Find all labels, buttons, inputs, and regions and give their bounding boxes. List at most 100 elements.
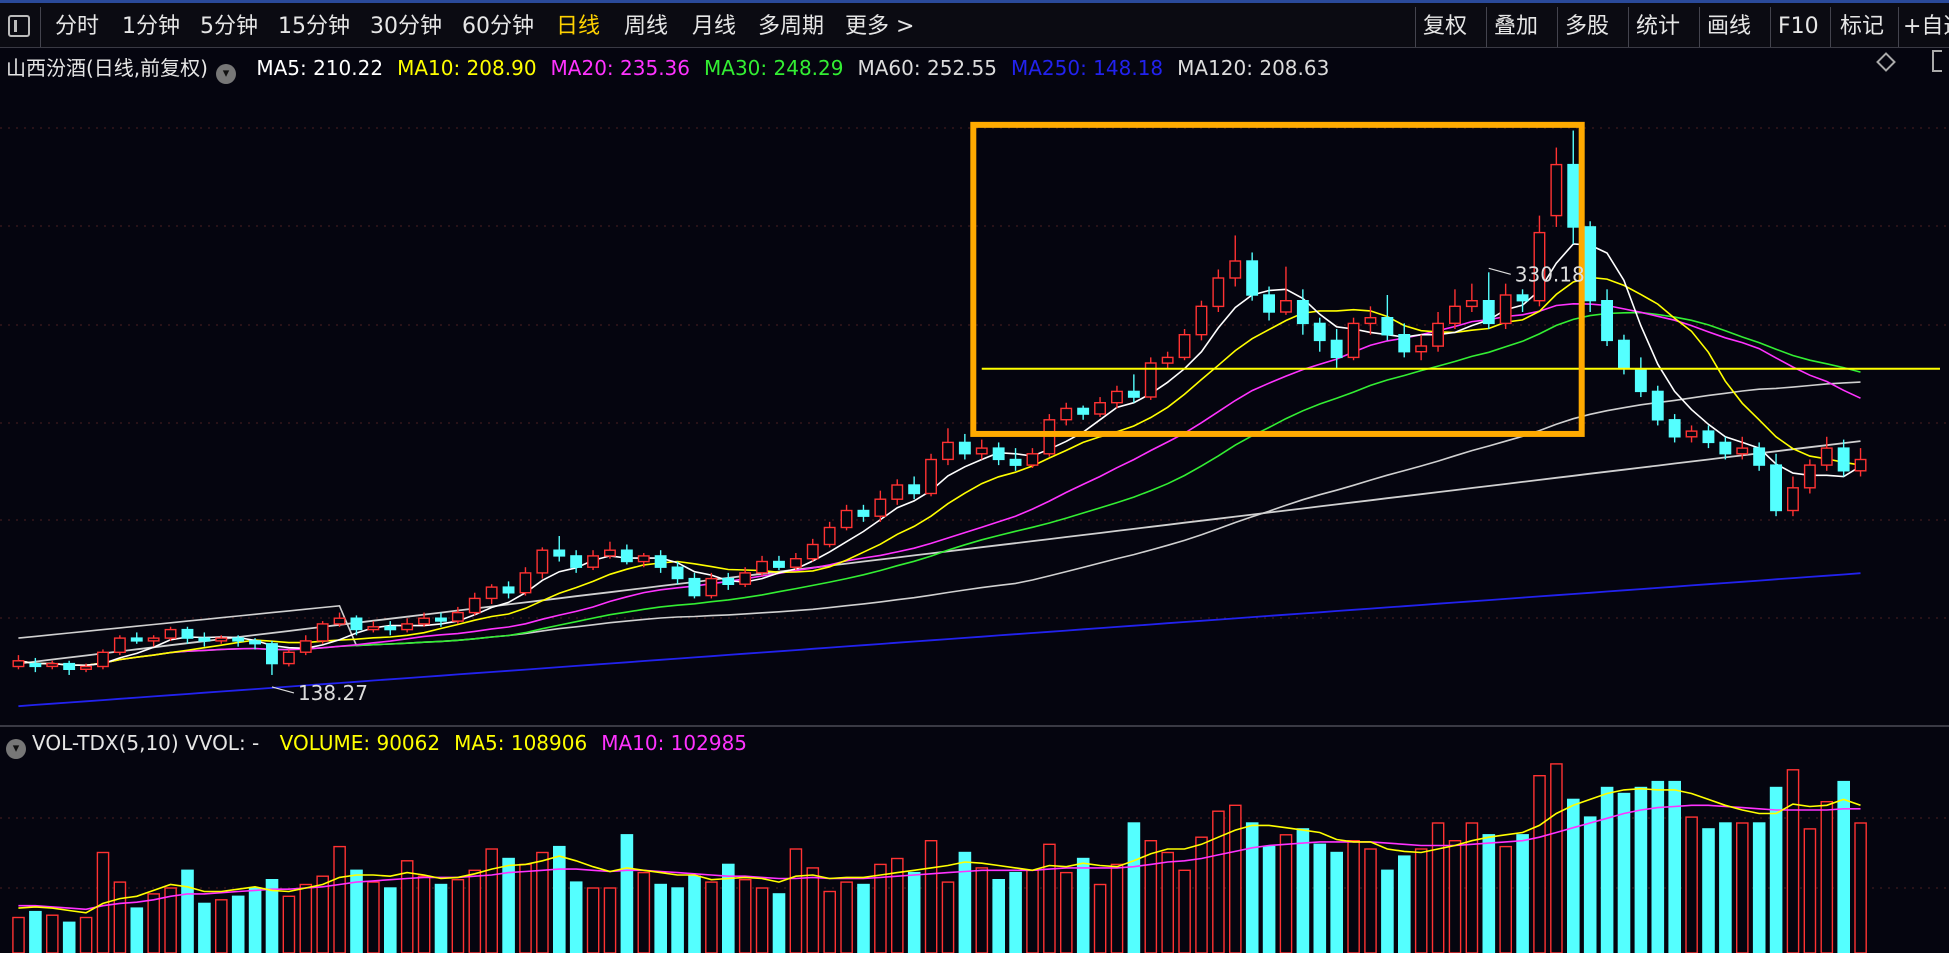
tab-more[interactable]: 更多 > (845, 11, 914, 43)
candle-up (46, 662, 59, 668)
tab-15min[interactable]: 15分钟 (278, 11, 350, 43)
candle-down (29, 662, 42, 668)
high-price-label: 330.18 (1515, 262, 1585, 286)
volume-bar-up (840, 881, 853, 953)
volume-bar-up (1178, 869, 1191, 953)
tab-daily[interactable]: 日线 (556, 11, 600, 43)
candle-up (975, 447, 988, 455)
mark-button[interactable]: 标记 (1840, 11, 1884, 43)
candle-up (1279, 299, 1292, 313)
tab-5min[interactable]: 5分钟 (200, 11, 258, 43)
fuquan-button[interactable]: 复权 (1423, 11, 1467, 43)
add-watchlist-button[interactable]: +自选 (1903, 11, 1949, 43)
volume-bar-up (1550, 763, 1563, 953)
tab-monthly[interactable]: 月线 (692, 11, 736, 43)
candle-up (536, 549, 549, 574)
candle-down (1296, 299, 1309, 325)
candle-up (401, 623, 414, 631)
volume-bar-down (1245, 822, 1259, 953)
candle-up (587, 555, 599, 568)
statistics-button[interactable]: 统计 (1636, 11, 1680, 43)
candle-up (874, 498, 887, 517)
draw-line-button[interactable]: 画线 (1707, 11, 1751, 43)
volume-bar-down (620, 834, 634, 953)
kline-chart[interactable]: 330.18 138.27 (0, 48, 1949, 953)
candle-up (1803, 464, 1816, 489)
multi-stock-button[interactable]: 多股 (1565, 11, 1609, 43)
candle-down (1634, 368, 1647, 393)
volume-bar-down (1397, 855, 1411, 953)
candle-down (1263, 294, 1276, 313)
candle-up (1229, 260, 1242, 279)
candle-down (130, 637, 143, 642)
volume-bar-up (603, 887, 617, 953)
candle-down (1313, 322, 1326, 342)
volume-bar-up (1786, 769, 1800, 953)
candle-up (299, 640, 312, 653)
candle-up (96, 651, 109, 668)
volume-bar-up (705, 881, 718, 953)
volume-bar-down (1482, 834, 1496, 953)
volume-bar-up (214, 899, 228, 953)
tab-1min[interactable]: 1分钟 (122, 11, 180, 43)
volume-bar-up (1212, 810, 1225, 953)
candle-up (147, 637, 160, 642)
volume-bar-up (975, 867, 989, 953)
candle-down (654, 555, 667, 568)
volume-bar-up (1854, 822, 1867, 953)
toolbar-divider (1628, 7, 1629, 47)
candle-down (1398, 334, 1411, 353)
candle-up (282, 651, 295, 665)
toolbar-divider (1770, 7, 1771, 47)
tab-30min[interactable]: 30分钟 (370, 11, 442, 43)
f10-button[interactable]: F10 (1778, 11, 1819, 43)
volume-bar-up (536, 851, 549, 953)
candle-up (806, 543, 819, 560)
candle-down (1009, 458, 1022, 466)
tab-fenshi[interactable]: 分时 (55, 11, 99, 43)
volume-bar-down (1516, 834, 1529, 953)
volume-bar-up (1144, 840, 1158, 953)
candle-up (1161, 356, 1174, 364)
tab-more-label: 更多 (845, 14, 890, 39)
volume-bar-up (468, 869, 482, 953)
volume-bar-down (1837, 780, 1850, 953)
candle-down (384, 626, 397, 631)
sidebar-toggle-icon[interactable] (8, 15, 30, 37)
candle-down (857, 509, 870, 517)
volume-bar-down (1702, 828, 1715, 953)
candle-down (1837, 447, 1850, 472)
candle-down (435, 617, 447, 622)
tab-60min[interactable]: 60分钟 (462, 11, 534, 43)
candle-down (570, 555, 583, 568)
candle-up (1415, 345, 1428, 353)
candle-down (1601, 299, 1614, 342)
tab-multi-period[interactable]: 多周期 (758, 11, 824, 43)
highlight-box (970, 121, 1585, 437)
candle-up (418, 617, 430, 625)
candle-up (604, 549, 616, 557)
volume-bar-down (857, 883, 870, 953)
volume-bar-up (1735, 822, 1749, 953)
volume-bar-up (519, 863, 532, 953)
chevron-right-icon: > (889, 14, 915, 39)
volume-bar-up (417, 875, 431, 953)
volume-bar-up (147, 893, 161, 953)
volume-bar-up (755, 887, 769, 953)
volume-bar-up (1448, 840, 1462, 953)
volume-bar-down (1600, 786, 1614, 953)
volume-bar-up (1347, 840, 1360, 953)
candle-down (773, 560, 785, 568)
candle-down (1077, 407, 1090, 415)
volume-bar-down (992, 879, 1005, 953)
candle-down (1584, 226, 1597, 302)
overlay-button[interactable]: 叠加 (1494, 11, 1538, 43)
volume-bar-up (46, 914, 59, 953)
volume-bar-up (1026, 869, 1039, 953)
tab-weekly[interactable]: 周线 (624, 11, 668, 43)
volume-bar-up (1093, 883, 1107, 953)
volume-bar-up (823, 890, 836, 953)
volume-bar-up (806, 867, 820, 953)
volume-bar-up (299, 883, 313, 953)
volume-bar-up (586, 887, 600, 953)
